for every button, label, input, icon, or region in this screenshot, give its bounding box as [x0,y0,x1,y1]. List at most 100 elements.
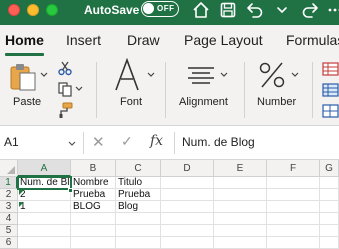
font-icon[interactable] [113,58,143,92]
cell-d3[interactable] [161,201,214,213]
cell-f1[interactable] [267,177,320,189]
cell-b6[interactable] [71,237,116,249]
autosave-label: AutoSave [84,3,140,17]
column-header-d[interactable]: D [161,160,214,177]
fill-handle[interactable] [68,188,73,193]
cell-a5[interactable] [18,225,71,237]
close-window-button[interactable] [8,4,20,16]
cell-d4[interactable] [161,213,214,225]
column-header-f[interactable]: F [267,160,320,177]
row-header-1[interactable]: 1 [0,177,18,189]
row-header-5[interactable]: 5 [0,225,18,237]
select-all-triangle-icon [7,166,15,174]
undo-dropdown-icon[interactable] [273,1,291,19]
paste-icon[interactable] [8,62,38,92]
name-box-dropdown-icon[interactable] [67,136,77,146]
cell-f3[interactable] [267,201,320,213]
font-label: Font [120,96,143,108]
tab-draw[interactable]: Draw [127,31,160,49]
cell-d6[interactable] [161,237,214,249]
cell-e1[interactable] [214,177,267,189]
autosave-toggle[interactable]: OFF [141,1,179,17]
cell-c3[interactable]: Blog [116,201,161,213]
cell-g4[interactable] [320,213,339,225]
cell-f2[interactable] [267,189,320,201]
cell-c6[interactable] [116,237,161,249]
number-dropdown-icon[interactable] [291,72,299,78]
cell-g2[interactable] [320,189,339,201]
cell-a3[interactable]: 1 [18,201,71,213]
tab-page-layout[interactable]: Page Layout [184,31,263,49]
paste-dropdown-icon[interactable] [40,72,48,78]
cell-a6[interactable] [18,237,71,249]
cell-g6[interactable] [320,237,339,249]
cell-e4[interactable] [214,213,267,225]
formula-input[interactable]: Num. de Blog [182,135,255,149]
cell-f4[interactable] [267,213,320,225]
cut-icon[interactable] [57,60,73,76]
font-dropdown-icon[interactable] [147,72,155,78]
cell-styles-icon[interactable] [322,104,339,118]
cell-d1[interactable] [161,177,214,189]
percent-icon[interactable] [258,60,286,90]
tab-formulas[interactable]: Formulas [286,31,339,49]
alignment-dropdown-icon[interactable] [220,72,228,78]
conditional-formatting-icon[interactable] [322,62,339,76]
minimize-window-button[interactable] [27,4,39,16]
cell-c1[interactable]: Titulo [116,177,161,189]
copy-dropdown-icon[interactable] [75,86,83,92]
tab-home[interactable]: Home [5,31,44,49]
undo-icon[interactable] [246,1,264,19]
format-as-table-icon[interactable] [322,83,339,97]
cell-a2[interactable]: 2 [18,189,71,201]
row-header-3[interactable]: 3 [0,201,18,213]
cell-d5[interactable] [161,225,214,237]
cell-g1[interactable] [320,177,339,189]
select-all-corner[interactable] [0,160,18,177]
column-header-e[interactable]: E [214,160,267,177]
format-painter-icon[interactable] [57,102,73,118]
cell-b2[interactable]: Prueba [71,189,116,201]
redo-icon[interactable] [301,1,319,19]
cell-f5[interactable] [267,225,320,237]
home-icon[interactable] [192,1,210,19]
cell-b3[interactable]: BLOG [71,201,116,213]
insert-function-icon[interactable]: fx [150,133,163,149]
column-header-g[interactable]: G [320,160,339,177]
cell-f6[interactable] [267,237,320,249]
cell-c2[interactable]: Prueba [116,189,161,201]
name-box[interactable]: A1 [4,135,19,149]
cell-b1[interactable]: Nombre [71,177,116,189]
cell-a1[interactable]: Num. de Blog [17,176,72,190]
cell-g5[interactable] [320,225,339,237]
column-header-c[interactable]: C [116,160,161,177]
cell-b5[interactable] [71,225,116,237]
cell-e2[interactable] [214,189,267,201]
cell-c5[interactable] [116,225,161,237]
cell-a4[interactable] [18,213,71,225]
tab-insert[interactable]: Insert [66,31,101,49]
cancel-entry-icon[interactable]: ✕ [92,133,105,151]
cell-e3[interactable] [214,201,267,213]
formula-bar: A1 ✕ ✓ fx Num. de Blog [0,127,339,160]
zoom-window-button[interactable] [46,4,58,16]
column-header-b[interactable]: B [71,160,116,177]
save-icon[interactable] [219,1,237,19]
cell-b4[interactable] [71,213,116,225]
cell-d2[interactable] [161,189,214,201]
cell-e6[interactable] [214,237,267,249]
autosave-state: OFF [157,4,175,13]
cell-c4[interactable] [116,213,161,225]
column-header-a[interactable]: A [18,160,71,177]
ribbon-home: Paste Font Alignment Number [0,56,339,126]
alignment-icon[interactable] [186,66,216,86]
row-header-4[interactable]: 4 [0,213,18,225]
cell-g3[interactable] [320,201,339,213]
more-options-icon[interactable] [326,1,339,19]
row-header-6[interactable]: 6 [0,237,18,249]
paste-label: Paste [13,96,42,108]
row-header-2[interactable]: 2 [0,189,18,201]
cell-e5[interactable] [214,225,267,237]
confirm-entry-icon[interactable]: ✓ [121,133,133,150]
copy-icon[interactable] [57,81,73,97]
